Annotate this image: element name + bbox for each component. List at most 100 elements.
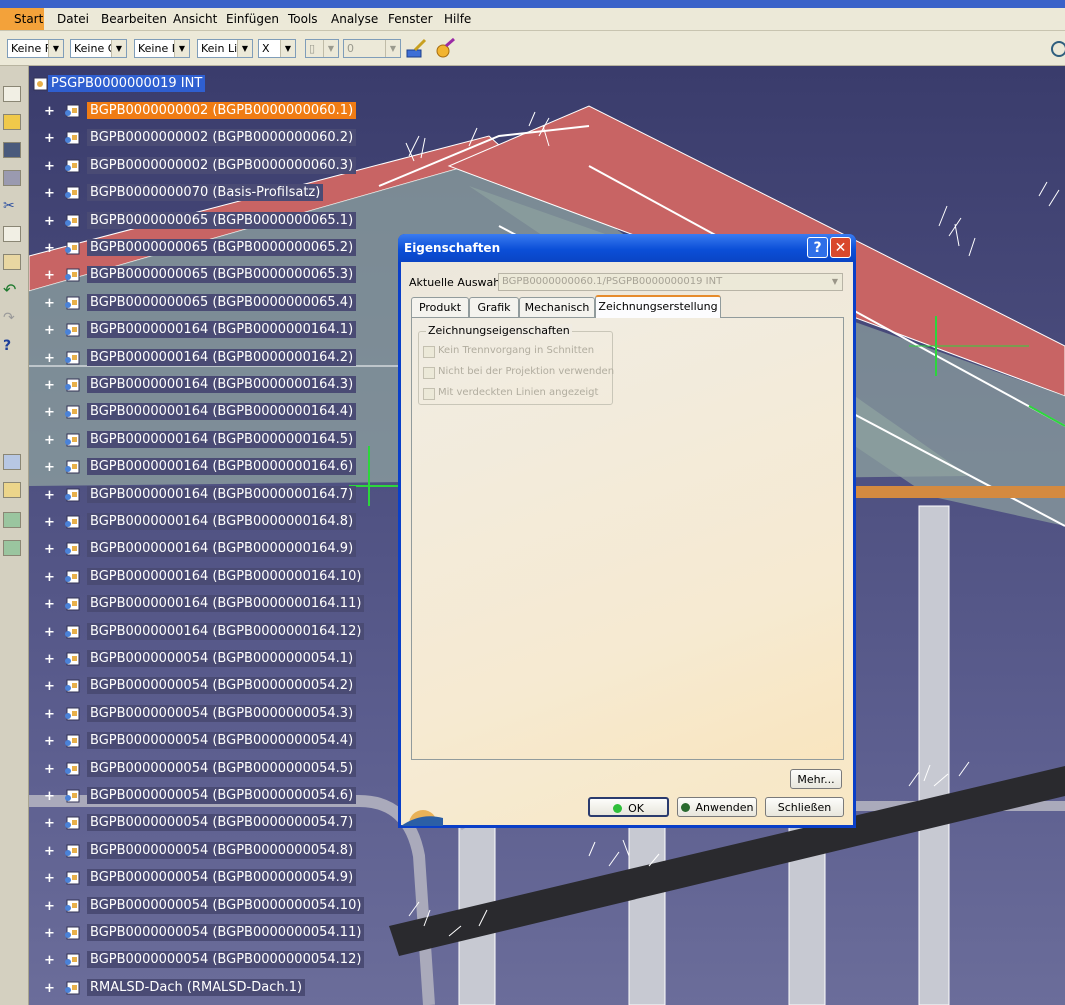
tree-node-label[interactable]: BGPB0000000164 (BGPB0000000164.2) (87, 348, 357, 366)
dialog-titlebar[interactable]: Eigenschaften ? ✕ (398, 234, 856, 262)
expand-plus-icon[interactable]: + (44, 187, 55, 200)
close-button[interactable]: Schließen (765, 797, 844, 817)
expand-plus-icon[interactable]: + (44, 297, 55, 310)
new-document-icon[interactable] (3, 86, 21, 102)
expand-plus-icon[interactable]: + (44, 708, 55, 721)
expand-plus-icon[interactable]: + (44, 105, 55, 118)
compass-icon[interactable] (1047, 39, 1065, 59)
expand-plus-icon[interactable]: + (44, 324, 55, 337)
selection-combo[interactable]: BGPB0000000060.1/PSGPB0000000019 INT ▼ (498, 273, 843, 291)
insert-component-icon[interactable] (3, 454, 21, 470)
menu-ansicht[interactable]: Ansicht (173, 12, 217, 26)
menu-hilfe[interactable]: Hilfe (444, 12, 471, 26)
expand-plus-icon[interactable]: + (44, 269, 55, 282)
line-width-combo[interactable]: Keine B ▼ (134, 39, 190, 58)
open-folder-icon[interactable] (3, 114, 21, 130)
tree-node-label[interactable]: BGPB0000000054 (BGPB0000000054.8) (87, 841, 357, 859)
tree-node-label[interactable]: BGPB0000000164 (BGPB0000000164.6) (87, 458, 357, 476)
help-button[interactable]: ? (807, 237, 828, 258)
expand-plus-icon[interactable]: + (44, 352, 55, 365)
apply-button[interactable]: Anwenden (677, 797, 757, 817)
expand-plus-icon[interactable]: + (44, 653, 55, 666)
expand-plus-icon[interactable]: + (44, 927, 55, 940)
tree-node-label[interactable]: BGPB0000000002 (BGPB0000000060.3) (87, 156, 357, 174)
expand-plus-icon[interactable]: + (44, 543, 55, 556)
close-icon[interactable]: ✕ (830, 237, 851, 258)
tab-zeichnungserstellung[interactable]: Zeichnungserstellung (595, 295, 721, 318)
tree-root-label[interactable]: PSGPB0000000019 INT (48, 75, 206, 92)
tree-node-label[interactable]: BGPB0000000164 (BGPB0000000164.9) (87, 540, 357, 558)
tree-node-label[interactable]: BGPB0000000054 (BGPB0000000054.11) (87, 924, 365, 941)
save-icon[interactable] (3, 142, 21, 158)
copy-icon[interactable] (3, 226, 21, 242)
more-button[interactable]: Mehr... (790, 769, 842, 789)
existing-component-icon[interactable] (3, 482, 21, 498)
tab-mechanisch[interactable]: Mechanisch (519, 297, 595, 317)
menu-datei[interactable]: Datei (57, 12, 89, 26)
tab-produkt[interactable]: Produkt (411, 297, 469, 317)
expand-plus-icon[interactable]: + (44, 132, 55, 145)
expand-plus-icon[interactable]: + (44, 379, 55, 392)
line-type-combo[interactable]: Kein Lin ▼ (197, 39, 253, 58)
help-icon[interactable]: ? (3, 338, 21, 354)
hidden-lines-checkbox[interactable] (423, 388, 435, 400)
expand-plus-icon[interactable]: + (44, 461, 55, 474)
graphic-properties-icon[interactable] (434, 37, 458, 59)
expand-plus-icon[interactable]: + (44, 160, 55, 173)
expand-plus-icon[interactable]: + (44, 680, 55, 693)
no-cut-checkbox[interactable] (423, 346, 435, 358)
fill-color-combo[interactable]: Keine F ▼ (7, 39, 64, 58)
tree-collapse-icon[interactable] (3, 540, 21, 556)
expand-plus-icon[interactable]: + (44, 571, 55, 584)
expand-plus-icon[interactable]: + (44, 242, 55, 255)
expand-plus-icon[interactable]: + (44, 598, 55, 611)
tree-node-label[interactable]: BGPB0000000054 (BGPB0000000054.9) (87, 869, 357, 887)
menu-analyse[interactable]: Analyse (331, 12, 378, 26)
menu-bearbeiten[interactable]: Bearbeiten (101, 12, 167, 26)
format-painter-icon[interactable] (405, 38, 429, 60)
redo-icon[interactable]: ↷ (3, 310, 21, 326)
menu-start[interactable]: Start (0, 8, 44, 30)
tree-node-label[interactable]: BGPB0000000054 (BGPB0000000054.1) (87, 650, 357, 667)
expand-plus-icon[interactable]: + (44, 845, 55, 858)
tree-node-label[interactable]: BGPB0000000065 (BGPB0000000065.3) (87, 266, 357, 284)
tree-node-label[interactable]: BGPB0000000054 (BGPB0000000054.6) (87, 787, 357, 804)
tree-node-label[interactable]: BGPB0000000054 (BGPB0000000054.5) (87, 759, 357, 777)
tree-node-label[interactable]: BGPB0000000054 (BGPB0000000054.3) (87, 704, 357, 722)
tree-node-label[interactable]: BGPB0000000164 (BGPB0000000164.12) (87, 622, 365, 640)
expand-plus-icon[interactable]: + (44, 817, 55, 830)
tab-grafik[interactable]: Grafik (469, 297, 519, 317)
expand-plus-icon[interactable]: + (44, 434, 55, 447)
menu-fenster[interactable]: Fenster (388, 12, 433, 26)
tree-node-label[interactable]: BGPB0000000164 (BGPB0000000164.5) (87, 430, 357, 448)
tree-node-label[interactable]: BGPB0000000164 (BGPB0000000164.7) (87, 485, 357, 503)
expand-plus-icon[interactable]: + (44, 982, 55, 995)
expand-plus-icon[interactable]: + (44, 489, 55, 502)
expand-plus-icon[interactable]: + (44, 516, 55, 529)
tree-node-label[interactable]: BGPB0000000054 (BGPB0000000054.4) (87, 732, 357, 750)
menu-einfuegen[interactable]: Einfügen (226, 12, 279, 26)
paste-icon[interactable] (3, 254, 21, 270)
print-icon[interactable] (3, 170, 21, 186)
cut-icon[interactable]: ✂ (3, 198, 21, 214)
tree-node-label[interactable]: BGPB0000000070 (Basis-Profilsatz) (87, 184, 324, 202)
ok-button[interactable]: OK (588, 797, 669, 817)
tree-node-label[interactable]: BGPB0000000054 (BGPB0000000054.7) (87, 814, 357, 832)
tree-node-label[interactable]: BGPB0000000164 (BGPB0000000164.1) (87, 321, 357, 339)
tree-node-label[interactable]: BGPB0000000164 (BGPB0000000164.8) (87, 513, 357, 530)
undo-icon[interactable]: ↶ (3, 280, 21, 299)
tree-node-label[interactable]: BGPB0000000054 (BGPB0000000054.12) (87, 951, 365, 969)
transparency-combo[interactable]: Keine O ▼ (70, 39, 127, 58)
tree-node-label[interactable]: BGPB0000000164 (BGPB0000000164.3) (87, 376, 357, 393)
tree-node-label[interactable]: BGPB0000000164 (BGPB0000000164.4) (87, 403, 357, 421)
layer-combo[interactable]: ▯ ▼ (305, 39, 339, 58)
tree-node-label[interactable]: BGPB0000000002 (BGPB0000000060.2) (87, 129, 357, 147)
expand-plus-icon[interactable]: + (44, 763, 55, 776)
layer-number-combo[interactable]: 0 ▼ (343, 39, 401, 58)
expand-plus-icon[interactable]: + (44, 790, 55, 803)
tree-node-label[interactable]: BGPB0000000065 (BGPB0000000065.4) (87, 293, 357, 311)
expand-plus-icon[interactable]: + (44, 900, 55, 913)
expand-plus-icon[interactable]: + (44, 872, 55, 885)
expand-plus-icon[interactable]: + (44, 215, 55, 228)
tree-node-label[interactable]: BGPB0000000164 (BGPB0000000164.11) (87, 595, 365, 613)
